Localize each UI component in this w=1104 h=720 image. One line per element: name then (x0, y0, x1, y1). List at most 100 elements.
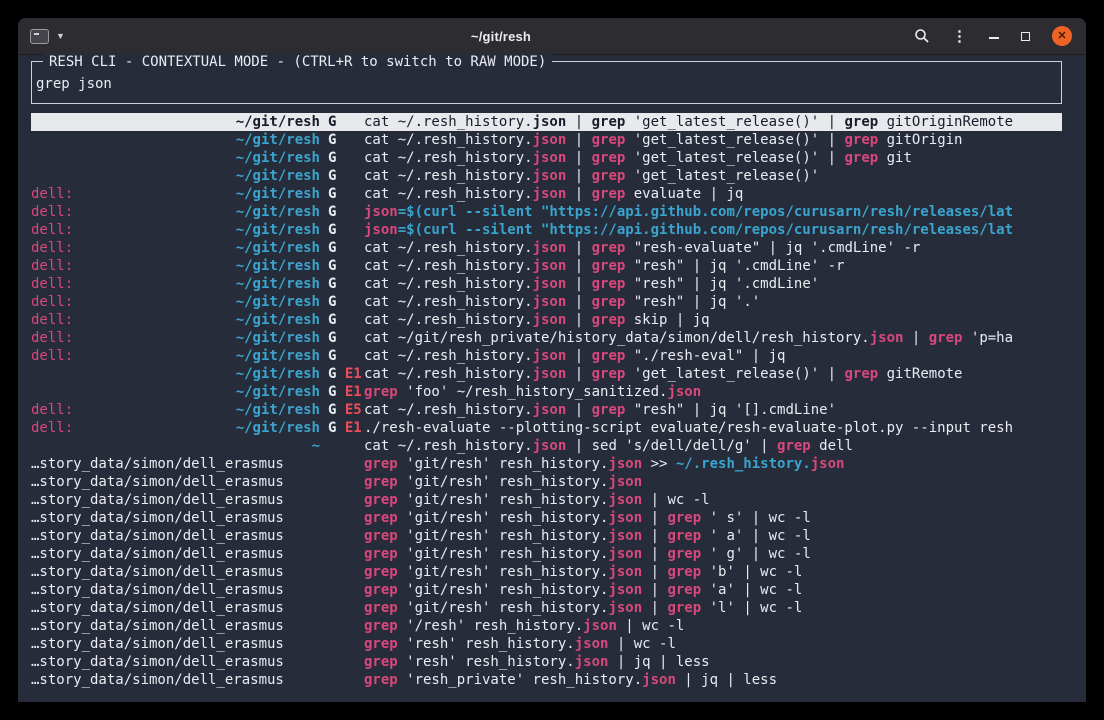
close-button[interactable]: ✕ (1052, 26, 1072, 46)
history-row[interactable]: dell:~/git/reshGcat ~/.resh_history.json… (31, 185, 1062, 203)
query-input[interactable]: grep json (36, 75, 1055, 93)
row-context: dell: (31, 293, 234, 311)
row-command: grep 'git/resh' resh_history.json >> ~/.… (364, 455, 1062, 473)
history-row[interactable]: …story_data/simon/dell_erasmus grep 'resh… (31, 671, 1062, 689)
row-flags (320, 473, 364, 491)
row-flag: G (328, 366, 336, 382)
history-row[interactable]: ~/git/reshG E1grep 'foo' ~/resh_history_… (31, 383, 1062, 401)
history-row[interactable]: …story_data/simon/dell_erasmusgrep 'git/… (31, 599, 1062, 617)
terminal-content: RESH CLI - CONTEXTUAL MODE - (CTRL+R to … (18, 55, 1086, 689)
history-row[interactable]: …story_data/simon/dell_erasmusgrep 'git/… (31, 491, 1062, 509)
row-flag: G (328, 240, 336, 256)
history-row[interactable]: ~/git/reshG E1cat ~/.resh_history.json |… (31, 365, 1062, 383)
terminal-window: ▼ ~/git/resh ⋮ ✕ RESH CLI - CONTEXTUAL M… (18, 18, 1086, 702)
row-context: …story_data/simon/dell_erasmus (31, 563, 234, 581)
row-flags: G (320, 221, 364, 239)
history-row[interactable]: ~/git/reshGcat ~/.resh_history.json | gr… (31, 167, 1062, 185)
row-flags (320, 671, 364, 689)
row-context: dell: (31, 185, 234, 203)
minimize-button[interactable] (989, 37, 999, 39)
history-row[interactable]: dell:~/git/reshG E1./resh-evaluate --plo… (31, 419, 1062, 437)
row-context: …story_data/simon/dell_erasmus (31, 491, 234, 509)
history-row[interactable]: …story_data/simon/dell_erasmusgrep 'git/… (31, 545, 1062, 563)
history-row[interactable]: …story_data/simon/dell_erasmusgrep 'git/… (31, 473, 1062, 491)
row-context: …story_data/simon/dell_erasmus (31, 671, 234, 689)
history-row[interactable]: dell:~/git/reshGjson=$(curl --silent "ht… (31, 203, 1062, 221)
menu-icon[interactable]: ⋮ (952, 29, 967, 44)
row-directory: ~/git/resh (234, 311, 320, 329)
row-command: grep '/resh' resh_history.json | wc -l (364, 617, 1062, 635)
row-flags: G E1 (320, 365, 364, 383)
row-flag: G (328, 348, 336, 364)
row-directory: ~/git/resh (234, 167, 320, 185)
row-directory (234, 545, 320, 563)
history-row[interactable]: dell:~/git/reshGcat ~/.resh_history.json… (31, 275, 1062, 293)
row-flags (320, 437, 364, 455)
row-context: dell: (31, 275, 234, 293)
row-directory: ~/git/resh (234, 329, 320, 347)
row-flags: G (320, 275, 364, 293)
row-command: cat ~/.resh_history.json | grep "./resh-… (364, 347, 1062, 365)
row-flags: G (320, 329, 364, 347)
row-command: cat ~/.resh_history.json | grep evaluate… (364, 185, 1062, 203)
titlebar-left: ▼ (30, 29, 150, 44)
row-command: grep 'foo' ~/resh_history_sanitized.json (364, 383, 1062, 401)
row-context: …story_data/simon/dell_erasmus (31, 581, 234, 599)
terminal-tab-icon[interactable] (30, 29, 49, 44)
history-row[interactable]: …story_data/simon/dell_erasmusgrep '/res… (31, 617, 1062, 635)
history-row[interactable]: dell:~/git/reshGcat ~/.resh_history.json… (31, 347, 1062, 365)
row-directory: ~/git/resh (234, 221, 320, 239)
row-directory: ~/git/resh (234, 239, 320, 257)
row-directory: ~/git/resh (234, 419, 320, 437)
window-title: ~/git/resh (150, 29, 852, 44)
history-row[interactable]: ~/git/reshGcat ~/.resh_history.json | gr… (31, 131, 1062, 149)
row-flags (320, 581, 364, 599)
history-row[interactable]: dell:~/git/reshGjson=$(curl --silent "ht… (31, 221, 1062, 239)
search-icon[interactable] (914, 28, 930, 44)
history-row[interactable]: dell:~/git/reshGcat ~/.resh_history.json… (31, 257, 1062, 275)
history-row[interactable]: dell:~/git/reshGcat ~/git/resh_private/h… (31, 329, 1062, 347)
row-flags (320, 599, 364, 617)
row-command: cat ~/.resh_history.json | grep "resh" |… (364, 275, 1062, 293)
history-row[interactable]: ~/git/reshGcat ~/.resh_history.json | gr… (31, 149, 1062, 167)
row-directory (234, 527, 320, 545)
history-row[interactable]: …story_data/simon/dell_erasmusgrep 'git/… (31, 455, 1062, 473)
history-row[interactable]: …story_data/simon/dell_erasmusgrep 'git/… (31, 563, 1062, 581)
row-flag: G (328, 114, 336, 130)
history-row[interactable]: …story_data/simon/dell_erasmusgrep 'resh… (31, 653, 1062, 671)
row-context (31, 437, 234, 455)
row-flag: G (328, 312, 336, 328)
chevron-down-icon[interactable]: ▼ (56, 31, 65, 41)
row-command: grep 'resh_private' resh_history.json | … (364, 671, 1062, 689)
row-flags: G (320, 203, 364, 221)
row-flags (320, 635, 364, 653)
history-row[interactable]: …story_data/simon/dell_erasmusgrep 'git/… (31, 527, 1062, 545)
restore-button[interactable] (1021, 32, 1030, 41)
history-row[interactable]: ~/git/reshGcat ~/.resh_history.json | gr… (31, 113, 1062, 131)
row-command: cat ~/.resh_history.json | grep skip | j… (364, 311, 1062, 329)
row-flags: G (320, 185, 364, 203)
row-flags: G E1 (320, 383, 364, 401)
history-row[interactable]: dell:~/git/reshGcat ~/.resh_history.json… (31, 239, 1062, 257)
row-directory (234, 671, 320, 689)
history-row[interactable]: …story_data/simon/dell_erasmusgrep 'git/… (31, 581, 1062, 599)
history-row[interactable]: dell:~/git/reshGcat ~/.resh_history.json… (31, 293, 1062, 311)
row-context: dell: (31, 239, 234, 257)
row-command: ./resh-evaluate --plotting-script evalua… (364, 419, 1062, 437)
row-context: dell: (31, 257, 234, 275)
history-row[interactable]: ~cat ~/.resh_history.json | sed 's/dell/… (31, 437, 1062, 455)
history-row[interactable]: dell:~/git/reshG E5cat ~/.resh_history.j… (31, 401, 1062, 419)
history-row[interactable]: …story_data/simon/dell_erasmusgrep 'git/… (31, 509, 1062, 527)
row-directory (234, 473, 320, 491)
row-flag: G (328, 204, 336, 220)
row-command: cat ~/.resh_history.json | sed 's/dell/d… (364, 437, 1062, 455)
history-row[interactable]: dell:~/git/resh Gcat ~/.resh_history.json… (31, 311, 1062, 329)
row-flags: G (320, 293, 364, 311)
row-command: cat ~/.resh_history.json | grep "resh" |… (364, 401, 1062, 419)
history-row[interactable]: …story_data/simon/dell_erasmusgrep 'resh… (31, 635, 1062, 653)
row-context: dell: (31, 311, 234, 329)
row-flag: G (328, 402, 336, 418)
titlebar[interactable]: ▼ ~/git/resh ⋮ ✕ (18, 18, 1086, 55)
row-flags (320, 527, 364, 545)
row-flags: G (320, 311, 364, 329)
